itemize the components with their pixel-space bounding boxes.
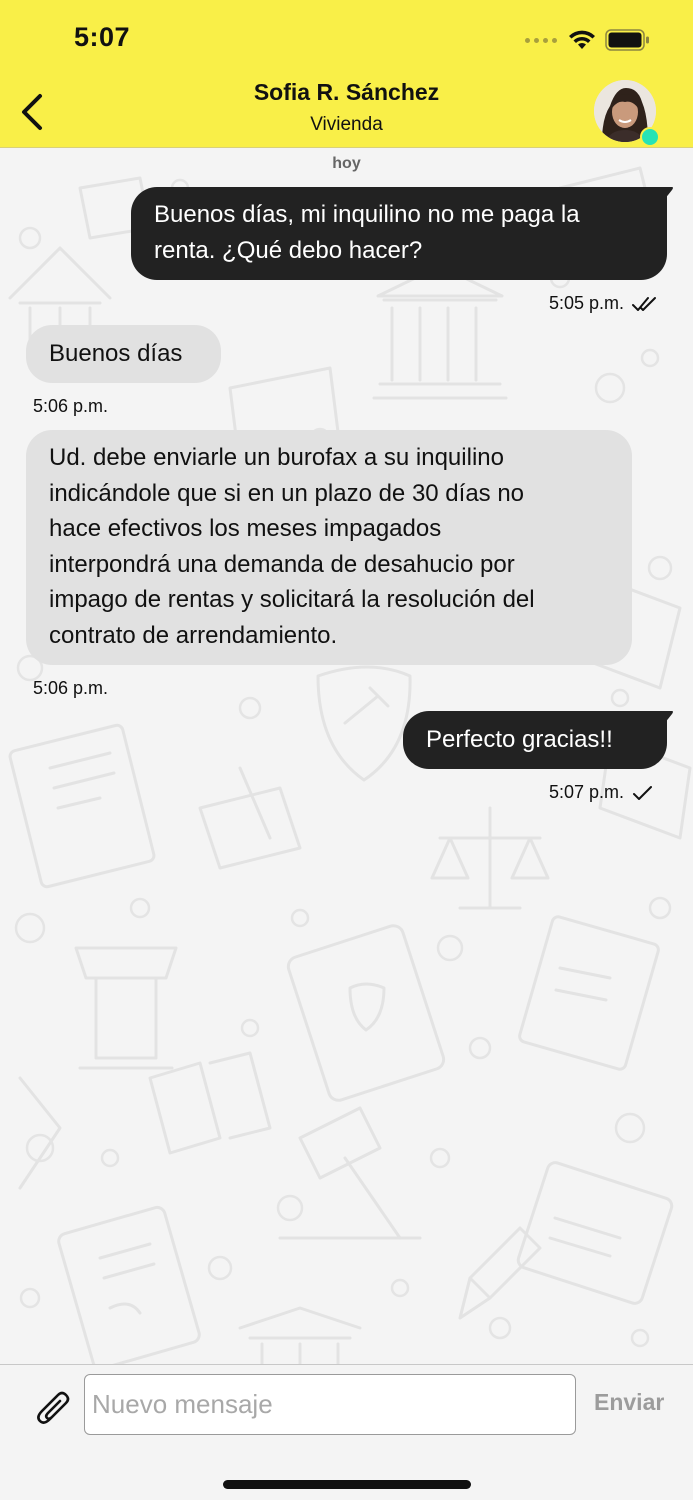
message-meta: 5:06 p.m.	[33, 678, 108, 699]
single-check-icon	[633, 785, 653, 800]
message-text: Buenos días	[49, 340, 183, 367]
battery-icon	[605, 29, 649, 51]
message-time: 5:06 p.m.	[33, 396, 109, 416]
message-text: interpondrá una demanda de desahucio por	[49, 550, 515, 578]
home-indicator	[223, 1480, 471, 1489]
bubble-tail	[650, 711, 673, 729]
contact-category: Vivienda	[310, 114, 383, 135]
send-button[interactable]: Enviar	[594, 1389, 664, 1416]
bubble-tail	[650, 187, 673, 205]
message-time: 5:06 p.m.	[33, 678, 109, 698]
message-meta: 5:05 p.m.	[549, 293, 658, 314]
message-list[interactable]: hoy Buenos días, mi inquilino no me paga…	[0, 148, 693, 1364]
message-bubble-incoming[interactable]: Buenos días	[26, 325, 221, 383]
message-input[interactable]	[84, 1374, 576, 1435]
message-meta: 5:06 p.m.	[33, 396, 108, 417]
chat-header: 5:07 Sofia R. Sánchez Vivienda	[0, 0, 693, 148]
message-bubble-outgoing[interactable]: Perfecto gracias!!	[403, 711, 667, 769]
day-separator: hoy	[332, 155, 361, 172]
message-time: 5:07 p.m.	[549, 782, 625, 802]
message-bubble-incoming[interactable]: Ud. debe enviarle un burofax a su inquil…	[26, 430, 632, 665]
message-text: renta. ¿Qué debo hacer?	[154, 236, 423, 264]
status-time: 5:07	[74, 22, 131, 52]
attachment-paperclip-icon[interactable]	[36, 1389, 72, 1429]
message-text: Ud. debe enviarle un burofax a su inquil…	[49, 444, 504, 471]
message-text: indicándole que si en un plazo de 30 día…	[49, 479, 525, 507]
message-time: 5:05 p.m.	[549, 293, 625, 313]
message-composer: Enviar	[0, 1364, 693, 1500]
contact-name: Sofia R. Sánchez	[253, 79, 440, 105]
status-icons	[525, 26, 651, 54]
double-check-icon	[632, 296, 657, 311]
message-text: contrato de arrendamiento.	[49, 621, 338, 649]
message-bubble-outgoing[interactable]: Buenos días, mi inquilino no me paga la …	[131, 187, 667, 280]
online-status-dot	[640, 127, 660, 147]
cellular-signal-icon	[525, 37, 557, 43]
message-text: Buenos días, mi inquilino no me paga la	[154, 201, 580, 228]
message-meta: 5:07 p.m.	[549, 782, 654, 803]
message-text: hace efectivos los meses impagados	[49, 515, 442, 542]
message-text: Perfecto gracias!!	[426, 726, 613, 753]
message-text: impago de rentas y solicitará la resoluc…	[49, 586, 535, 613]
wifi-icon	[569, 30, 595, 49]
